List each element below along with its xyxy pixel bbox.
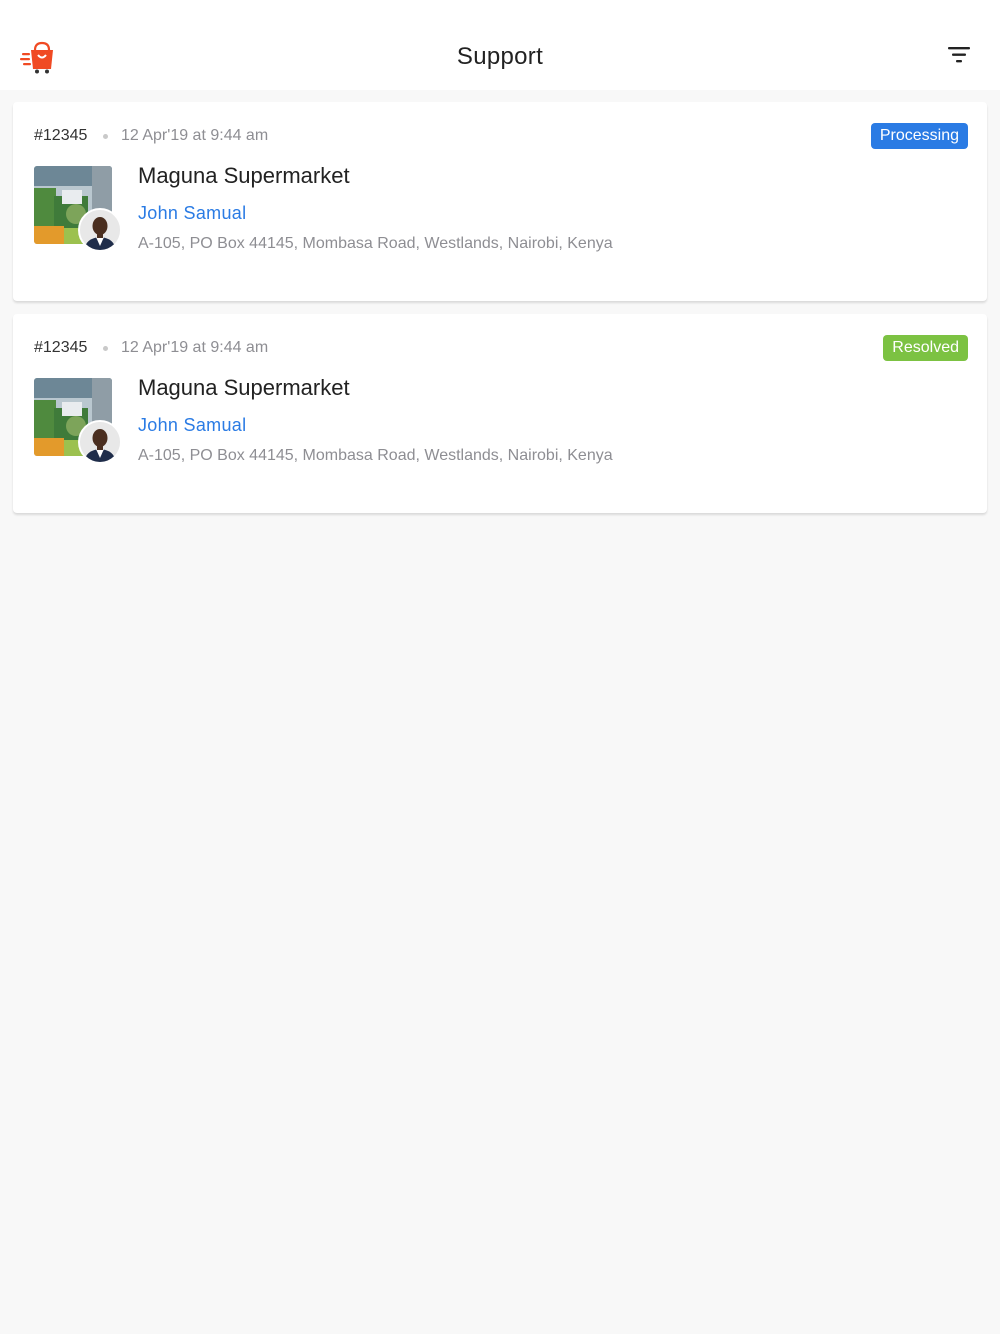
app-header: Support <box>0 0 1000 90</box>
page-title: Support <box>456 43 544 70</box>
store-name: Maguna Supermarket <box>138 163 350 188</box>
customer-avatar <box>78 208 122 252</box>
separator-dot <box>103 134 108 139</box>
store-address: A-105, PO Box 44145, Mombasa Road, Westl… <box>138 447 613 464</box>
filter-icon[interactable] <box>944 44 974 66</box>
order-id: #12345 <box>34 339 88 356</box>
customer-name[interactable]: John Samual <box>138 203 246 224</box>
customer-avatar <box>78 420 122 464</box>
status-badge: Resolved <box>883 335 968 361</box>
ticket-date: 12 Apr'19 at 9:44 am <box>121 339 269 356</box>
ticket-list: #12345 12 Apr'19 at 9:44 am Processing M… <box>13 102 987 526</box>
separator-dot <box>103 346 108 351</box>
store-address: A-105, PO Box 44145, Mombasa Road, Westl… <box>138 235 613 252</box>
ticket-card[interactable]: #12345 12 Apr'19 at 9:44 am Resolved Mag… <box>13 314 987 513</box>
ticket-card[interactable]: #12345 12 Apr'19 at 9:44 am Processing M… <box>13 102 987 301</box>
store-name: Maguna Supermarket <box>138 375 350 400</box>
order-id: #12345 <box>34 127 88 144</box>
customer-name[interactable]: John Samual <box>138 415 246 436</box>
status-badge: Processing <box>870 123 968 149</box>
ticket-date: 12 Apr'19 at 9:44 am <box>121 127 269 144</box>
